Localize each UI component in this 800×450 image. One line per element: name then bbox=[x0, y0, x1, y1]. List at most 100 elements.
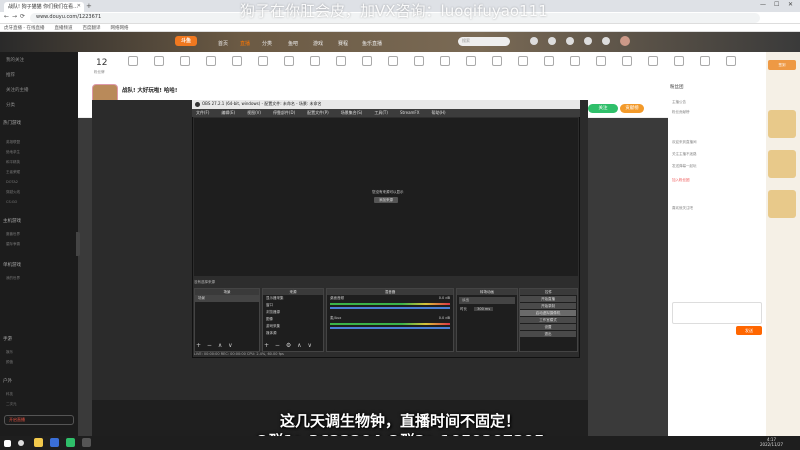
sidebar-item[interactable]: 绝地求生 bbox=[6, 150, 20, 155]
sidebar-group-outdoor[interactable]: 户外 bbox=[3, 378, 12, 384]
activity-item[interactable] bbox=[568, 56, 582, 66]
chrome-icon[interactable] bbox=[34, 438, 43, 447]
obs-taskbar-icon[interactable] bbox=[82, 438, 91, 447]
sidebar-item[interactable]: 和平精英 bbox=[6, 160, 20, 165]
forward-icon[interactable]: → bbox=[12, 13, 17, 20]
obs-add-source-button[interactable]: 添加来源 bbox=[374, 197, 398, 203]
activity-item[interactable] bbox=[334, 56, 348, 66]
nav-schedule[interactable]: 赛程 bbox=[338, 40, 348, 47]
sidebar-item-category[interactable]: 分类 bbox=[6, 102, 15, 108]
back-icon[interactable]: ← bbox=[4, 13, 9, 20]
sidebar-group-mobile[interactable]: 手游 bbox=[3, 336, 12, 342]
source-item[interactable]: 显示器采集 bbox=[263, 295, 323, 302]
activity-item[interactable] bbox=[516, 56, 530, 66]
source-item[interactable]: 窗口 bbox=[263, 302, 323, 309]
source-item[interactable]: 浏览器源 bbox=[263, 309, 323, 316]
obs-menu-scene-collection[interactable]: 场景集合(S) bbox=[341, 110, 363, 116]
sidebar-item[interactable]: CS:GO bbox=[6, 200, 17, 204]
studio-mode-button[interactable]: 工作室模式 bbox=[520, 317, 576, 323]
windows-start-icon[interactable] bbox=[4, 440, 11, 447]
nav-games[interactable]: 游戏 bbox=[313, 40, 323, 47]
new-tab-icon[interactable]: + bbox=[86, 2, 92, 10]
reload-icon[interactable]: ⟳ bbox=[20, 13, 25, 20]
duration-input[interactable]: 300 ms bbox=[474, 307, 494, 311]
sidebar-group-console[interactable]: 主机游戏 bbox=[3, 218, 21, 224]
sidebar-item[interactable]: 我的世界 bbox=[6, 276, 20, 281]
sources-add-remove-icons[interactable]: + − ⚙ ∧ ∨ bbox=[264, 342, 314, 349]
sidebar-item[interactable]: 穿越火线 bbox=[6, 190, 20, 195]
obs-menu-edit[interactable]: 编辑(E) bbox=[221, 110, 235, 116]
sidebar-item-follow[interactable]: 我的关注 bbox=[6, 57, 24, 63]
nav-entertainment[interactable]: 鱼乐直播 bbox=[362, 40, 382, 47]
activity-item[interactable] bbox=[490, 56, 504, 66]
activity-item[interactable] bbox=[464, 56, 478, 66]
activity-item[interactable] bbox=[178, 56, 192, 66]
obs-menu-view[interactable]: 视图(V) bbox=[247, 110, 261, 116]
rank-button[interactable]: 贡献榜 bbox=[620, 104, 644, 113]
start-streaming-button[interactable]: 开始直播 bbox=[520, 296, 576, 302]
source-item[interactable]: 媒体源 bbox=[263, 330, 323, 337]
sidebar-item[interactable]: 英雄联盟 bbox=[6, 140, 20, 145]
obs-menu-streamfx[interactable]: StreamFX bbox=[400, 110, 420, 116]
maximize-icon[interactable]: ☐ bbox=[774, 1, 779, 8]
sidebar-item[interactable]: 魔兽世界 bbox=[6, 232, 20, 237]
download-icon[interactable] bbox=[584, 37, 592, 45]
exit-button[interactable]: 退出 bbox=[520, 331, 576, 337]
chat-input[interactable] bbox=[672, 302, 762, 324]
sidebar-item[interactable]: 二次元 bbox=[6, 402, 17, 407]
activity-item[interactable] bbox=[646, 56, 660, 66]
sidebar-item[interactable]: 王者荣耀 bbox=[6, 170, 20, 175]
promo-card[interactable] bbox=[768, 110, 796, 138]
browser-tab[interactable]: 战队! 狗子猫猫 你们我们在看... ✕ bbox=[4, 2, 84, 12]
desktop-audio-slider[interactable] bbox=[330, 307, 450, 309]
site-search-input[interactable]: 搜索 bbox=[458, 37, 510, 46]
transition-select[interactable]: 淡出 bbox=[459, 297, 515, 304]
minimize-icon[interactable]: — bbox=[760, 1, 766, 8]
bookmark[interactable]: 虎牙直播 - 在线直播 bbox=[4, 25, 44, 31]
message-icon[interactable] bbox=[566, 37, 574, 45]
activity-item[interactable] bbox=[620, 56, 634, 66]
activity-item[interactable] bbox=[230, 56, 244, 66]
activity-item[interactable] bbox=[698, 56, 712, 66]
follow-icon[interactable] bbox=[548, 37, 556, 45]
activity-item[interactable] bbox=[438, 56, 452, 66]
obs-menu-help[interactable]: 帮助(H) bbox=[431, 110, 445, 116]
promo-card[interactable] bbox=[768, 190, 796, 218]
close-window-icon[interactable]: ✕ bbox=[788, 1, 793, 8]
activity-item[interactable] bbox=[360, 56, 374, 66]
follow-button[interactable]: 关注 bbox=[588, 104, 618, 113]
wechat-icon[interactable] bbox=[66, 438, 75, 447]
sidebar-item[interactable]: 科技 bbox=[6, 392, 13, 397]
activity-item[interactable] bbox=[542, 56, 556, 66]
bookmark[interactable]: 直播频道 bbox=[54, 25, 72, 31]
source-item[interactable]: 游戏采集 bbox=[263, 323, 323, 330]
sidebar-group-single[interactable]: 单机游戏 bbox=[3, 262, 21, 268]
activity-item[interactable] bbox=[256, 56, 270, 66]
sidebar-item[interactable]: 颜值 bbox=[6, 360, 13, 365]
site-logo[interactable]: 斗鱼 bbox=[175, 36, 197, 46]
obs-menu-docks[interactable]: 停靠部件(D) bbox=[273, 110, 295, 116]
virtual-camera-button[interactable]: 启动虚拟摄像机 bbox=[520, 310, 576, 316]
search-icon[interactable] bbox=[18, 440, 24, 446]
sidebar-group-hot[interactable]: 热门游戏 bbox=[3, 120, 21, 126]
user-avatar[interactable] bbox=[620, 36, 630, 46]
chat-send-button[interactable]: 发送 bbox=[736, 326, 762, 335]
bookmark[interactable]: 网络网络 bbox=[110, 25, 128, 31]
scenes-add-remove-icons[interactable]: + − ∧ ∨ bbox=[196, 342, 235, 349]
activity-item[interactable] bbox=[152, 56, 166, 66]
activity-item[interactable] bbox=[126, 56, 140, 66]
start-recording-button[interactable]: 开始录制 bbox=[520, 303, 576, 309]
activity-item[interactable] bbox=[204, 56, 218, 66]
sidebar-item[interactable]: DOTA2 bbox=[6, 180, 18, 184]
checkin-button[interactable]: 签到 bbox=[768, 60, 796, 70]
explorer-icon[interactable] bbox=[50, 438, 59, 447]
activity-item[interactable] bbox=[308, 56, 322, 66]
gift-icon[interactable] bbox=[602, 37, 610, 45]
activity-item[interactable] bbox=[282, 56, 296, 66]
scene-item[interactable]: 场景 bbox=[195, 295, 259, 302]
bookmark[interactable]: 百度翻译 bbox=[82, 25, 100, 31]
nav-forum[interactable]: 鱼吧 bbox=[288, 40, 298, 47]
activity-item[interactable] bbox=[412, 56, 426, 66]
obs-menu-profile[interactable]: 配置文件(P) bbox=[307, 110, 329, 116]
sidebar-item-followed[interactable]: 关注的主播 bbox=[6, 87, 29, 93]
